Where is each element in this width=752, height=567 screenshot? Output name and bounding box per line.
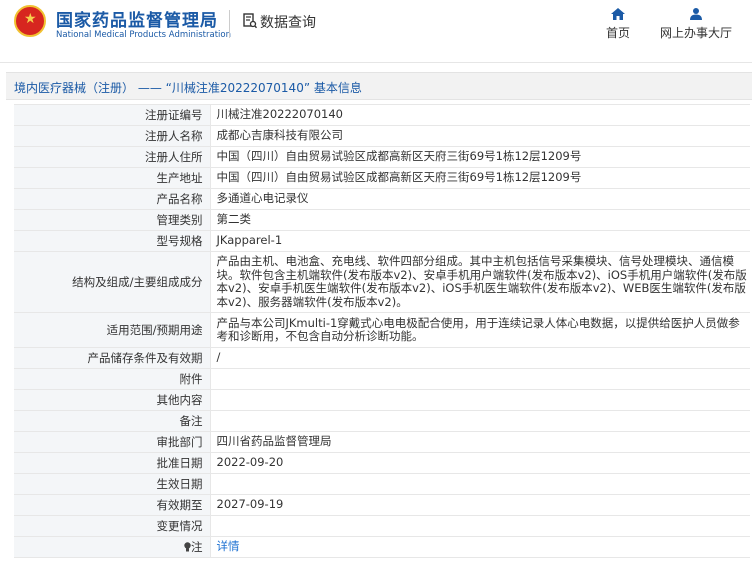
attachments-label: 附件 bbox=[14, 368, 211, 390]
table-row: 其他内容 bbox=[14, 389, 750, 411]
change-history-value bbox=[210, 515, 750, 537]
nav-online-hall[interactable]: 网上办事大厅 bbox=[656, 8, 736, 41]
table-row: 型号规格 JKapparel-1 bbox=[14, 230, 750, 252]
note-label-text: 注 bbox=[191, 540, 203, 554]
registration-no-label: 注册证编号 bbox=[14, 104, 211, 126]
table-row: 注详情 bbox=[14, 536, 750, 558]
intended-use-label: 适用范围/预期用途 bbox=[14, 312, 211, 348]
valid-until-label: 有效期至 bbox=[14, 494, 211, 516]
org-name-cn[interactable]: 国家药品监督管理局 bbox=[56, 6, 218, 31]
product-name-value: 多通道心电记录仪 bbox=[210, 188, 750, 210]
lightbulb-icon bbox=[184, 542, 191, 552]
table-row: 产品名称 多通道心电记录仪 bbox=[14, 188, 750, 210]
note-label: 注 bbox=[14, 536, 211, 558]
intended-use-value: 产品与本公司JKmulti-1穿戴式心电电极配合使用，用于连续记录人体心电数据，… bbox=[210, 312, 750, 348]
registrant-address-label: 注册人住所 bbox=[14, 146, 211, 168]
org-name-en[interactable]: National Medical Products Administration bbox=[56, 30, 231, 40]
attachments-value bbox=[210, 368, 750, 390]
structure-composition-label: 结构及组成/主要组成成分 bbox=[14, 251, 211, 313]
change-history-label: 变更情况 bbox=[14, 515, 211, 537]
management-class-label: 管理类别 bbox=[14, 209, 211, 231]
table-row: 注册证编号 川械注准20222070140 bbox=[14, 104, 750, 126]
national-emblem-icon: ★ bbox=[14, 5, 46, 37]
storage-validity-label: 产品储存条件及有效期 bbox=[14, 347, 211, 369]
table-row: 注册人住所 中国（四川）自由贸易试验区成都高新区天府三街69号1栋12层1209号 bbox=[14, 146, 750, 168]
model-spec-value: JKapparel-1 bbox=[210, 230, 750, 252]
model-spec-label: 型号规格 bbox=[14, 230, 211, 252]
valid-until-value: 2027-09-19 bbox=[210, 494, 750, 516]
approval-date-value: 2022-09-20 bbox=[210, 452, 750, 474]
table-row: 备注 bbox=[14, 410, 750, 432]
registration-no-value: 川械注准20222070140 bbox=[210, 104, 750, 126]
header-divider bbox=[229, 10, 230, 38]
other-content-label: 其他内容 bbox=[14, 389, 211, 411]
data-query-label: 数据查询 bbox=[260, 15, 316, 31]
remarks-label: 备注 bbox=[14, 410, 211, 432]
effective-date-label: 生效日期 bbox=[14, 473, 211, 495]
other-content-value bbox=[210, 389, 750, 411]
storage-validity-value: / bbox=[210, 347, 750, 369]
table-row: 注册人名称 成都心吉康科技有限公司 bbox=[14, 125, 750, 147]
registrant-name-value: 成都心吉康科技有限公司 bbox=[210, 125, 750, 147]
table-row: 生产地址 中国（四川）自由贸易试验区成都高新区天府三街69号1栋12层1209号 bbox=[14, 167, 750, 189]
record-title-bar: 境内医疗器械（注册） —— “川械注准20222070140” 基本信息 bbox=[6, 72, 752, 100]
note-value: 详情 bbox=[210, 536, 750, 558]
document-search-icon bbox=[243, 13, 257, 29]
table-row: 生效日期 bbox=[14, 473, 750, 495]
production-address-value: 中国（四川）自由贸易试验区成都高新区天府三街69号1栋12层1209号 bbox=[210, 167, 750, 189]
table-row: 附件 bbox=[14, 368, 750, 390]
nav-online-hall-label: 网上办事大厅 bbox=[659, 26, 732, 40]
registrant-address-value: 中国（四川）自由贸易试验区成都高新区天府三街69号1栋12层1209号 bbox=[210, 146, 750, 168]
table-row: 产品储存条件及有效期 / bbox=[14, 347, 750, 369]
record-title: 境内医疗器械（注册） —— “川械注准20222070140” 基本信息 bbox=[14, 81, 362, 95]
site-header: ★ 国家药品监督管理局 National Medical Products Ad… bbox=[0, 0, 752, 63]
table-row: 有效期至 2027-09-19 bbox=[14, 494, 750, 516]
approval-dept-value: 四川省药品监督管理局 bbox=[210, 431, 750, 453]
approval-dept-label: 审批部门 bbox=[14, 431, 211, 453]
table-row: 变更情况 bbox=[14, 515, 750, 537]
user-icon bbox=[690, 8, 702, 20]
table-row: 结构及组成/主要组成成分 产品由主机、电池盒、充电线、软件四部分组成。其中主机包括… bbox=[14, 251, 750, 313]
table-row: 管理类别 第二类 bbox=[14, 209, 750, 231]
device-info-table: 注册证编号 川械注准20222070140 注册人名称 成都心吉康科技有限公司 注册人住… bbox=[14, 104, 750, 558]
production-address-label: 生产地址 bbox=[14, 167, 211, 189]
effective-date-value bbox=[210, 473, 750, 495]
nav-home[interactable]: 首页 bbox=[600, 8, 636, 41]
registrant-name-label: 注册人名称 bbox=[14, 125, 211, 147]
remarks-value bbox=[210, 410, 750, 432]
home-icon bbox=[611, 8, 625, 20]
approval-date-label: 批准日期 bbox=[14, 452, 211, 474]
structure-composition-value: 产品由主机、电池盒、充电线、软件四部分组成。其中主机包括信号采集模块、信号处理模… bbox=[210, 251, 750, 313]
product-name-label: 产品名称 bbox=[14, 188, 211, 210]
details-link[interactable]: 详情 bbox=[217, 539, 240, 554]
nav-home-label: 首页 bbox=[605, 26, 630, 40]
table-row: 批准日期 2022-09-20 bbox=[14, 452, 750, 474]
management-class-value: 第二类 bbox=[210, 209, 750, 231]
data-query-title: 数据查询 bbox=[243, 12, 316, 32]
table-row: 审批部门 四川省药品监督管理局 bbox=[14, 431, 750, 453]
table-row: 适用范围/预期用途 产品与本公司JKmulti-1穿戴式心电电极配合使用，用于连续… bbox=[14, 312, 750, 348]
